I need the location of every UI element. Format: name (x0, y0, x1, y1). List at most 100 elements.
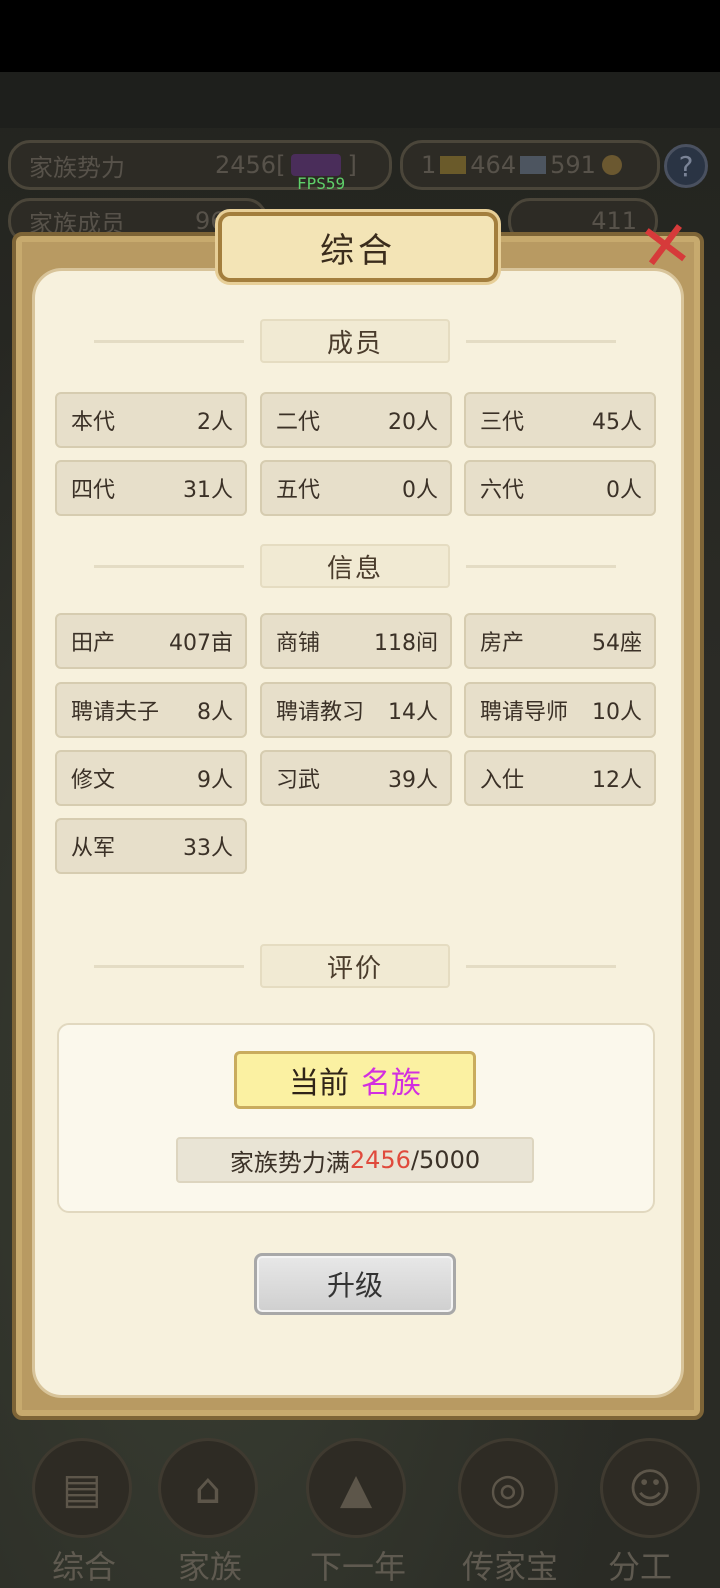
stat-value: 9人 (197, 768, 233, 793)
status-bar (0, 0, 720, 72)
close-button[interactable]: ✕ (628, 206, 704, 288)
stat-label: 本代 (71, 410, 116, 435)
stat-value: 14人 (388, 700, 438, 725)
stat-generation-4: 四代 31人 (55, 460, 247, 516)
stat-value: 407亩 (169, 631, 233, 656)
nav-label: 传家宝 (461, 1548, 558, 1586)
house-icon: ⌂ (158, 1438, 258, 1538)
power-current: 2456 (349, 1146, 411, 1174)
rank-prefix: 当前 (289, 1066, 349, 1101)
nav-label: 分工 (607, 1548, 672, 1586)
info-military: 从军 33人 (55, 818, 247, 874)
divider-line (94, 565, 244, 568)
bracket-right: ] (347, 151, 357, 179)
jade-icon: ◎ (458, 1438, 558, 1538)
stat-label: 入仕 (480, 768, 525, 793)
nav-label: 综合 (51, 1548, 116, 1586)
stat-label: 聘请导师 (480, 700, 569, 725)
currency-2-value: 464 (470, 151, 517, 179)
currency-hud: 1 464 591 (400, 140, 660, 190)
stat-label: 房产 (480, 631, 525, 656)
divider-line (466, 565, 616, 568)
upgrade-button[interactable]: 升级 (254, 1253, 456, 1315)
bracket-left: [ (276, 151, 286, 179)
stat-label: 五代 (276, 478, 321, 503)
stat-label: 聘请夫子 (71, 700, 160, 725)
section-eval-header: 评价 (94, 943, 616, 989)
section-eval-title: 评价 (260, 944, 450, 988)
currency-1-value: 1 (421, 151, 437, 179)
stat-label: 三代 (480, 410, 525, 435)
stat-value: 0人 (402, 478, 438, 503)
divider-line (94, 965, 244, 968)
nav-heirloom[interactable]: ◎ 传家宝 (440, 1430, 560, 1588)
info-shops: 商铺 118间 (260, 613, 452, 669)
stat-value: 39人 (388, 768, 438, 793)
nav-division[interactable]: ☺ 分工 (582, 1430, 702, 1588)
divider-line (94, 340, 244, 343)
power-max: /5000 (410, 1146, 481, 1174)
section-info-title: 信息 (260, 544, 450, 588)
stat-value: 2人 (197, 410, 233, 435)
nav-label: 家族 (177, 1548, 242, 1586)
close-x-icon: ✕ (634, 206, 698, 288)
nav-family[interactable]: ⌂ 家族 (140, 1430, 260, 1588)
stat-generation-3: 三代 45人 (464, 392, 656, 448)
stat-value: 45人 (592, 410, 642, 435)
info-study-literature: 修文 9人 (55, 750, 247, 806)
dimmed-header (0, 72, 720, 128)
rank-value: 名族 (361, 1066, 421, 1101)
people-icon: ☺ (600, 1438, 700, 1538)
stat-generation-6: 六代 0人 (464, 460, 656, 516)
modal-title-plate: 综合 (218, 212, 498, 282)
mountain-icon: ▲ (306, 1438, 406, 1538)
stat-label: 聘请教习 (276, 700, 365, 725)
info-instructors: 聘请教习 14人 (260, 682, 452, 738)
nav-label: 下一年 (309, 1548, 406, 1586)
section-members-title: 成员 (260, 319, 450, 363)
stat-label: 六代 (480, 478, 525, 503)
rank-chip (291, 154, 342, 176)
bottom-nav: ▤ 综合 ⌂ 家族 ▲ 下一年 ◎ 传家宝 ☺ 分工 (0, 1430, 720, 1588)
stat-value: 10人 (592, 700, 642, 725)
stat-value: 54座 (592, 631, 642, 656)
stat-value: 33人 (183, 836, 233, 861)
stat-label: 商铺 (276, 631, 321, 656)
stat-generation-5: 五代 0人 (260, 460, 452, 516)
modal-title: 综合 (320, 230, 396, 271)
nav-overview[interactable]: ▤ 综合 (14, 1430, 134, 1588)
stat-label: 修文 (71, 768, 116, 793)
stat-label: 田产 (71, 631, 116, 656)
nav-next-year[interactable]: ▲ 下一年 (288, 1430, 408, 1588)
info-farmland: 田产 407亩 (55, 613, 247, 669)
stat-value: 8人 (197, 700, 233, 725)
stat-label: 二代 (276, 410, 321, 435)
stat-value: 118间 (374, 631, 438, 656)
divider-line (466, 340, 616, 343)
info-martial-arts: 习武 39人 (260, 750, 452, 806)
power-progress-text: 家族势力满 2456/5000 (176, 1137, 534, 1183)
info-officials: 入仕 12人 (464, 750, 656, 806)
stat-value: 0人 (606, 478, 642, 503)
gold-ingot-icon (440, 156, 467, 174)
stat-label: 四代 (71, 478, 116, 503)
upgrade-label: 升级 (326, 1269, 383, 1302)
silver-ingot-icon (520, 156, 547, 174)
stat-value: 31人 (183, 478, 233, 503)
info-tutors: 聘请夫子 8人 (55, 682, 247, 738)
help-icon[interactable]: ? (664, 144, 708, 188)
stat-value: 12人 (592, 768, 642, 793)
info-houses: 房产 54座 (464, 613, 656, 669)
stat-label: 习武 (276, 768, 321, 793)
family-power-value: 2456 (215, 151, 277, 179)
fps-counter: FPS59 (297, 174, 346, 193)
stat-value: 20人 (388, 410, 438, 435)
rank-badge: 当前 名族 (234, 1051, 476, 1109)
currency-3-value: 591 (550, 151, 596, 179)
stat-generation-2: 二代 20人 (260, 392, 452, 448)
section-members-header: 成员 (94, 318, 616, 364)
scroll-icon: ▤ (32, 1438, 132, 1538)
divider-line (466, 965, 616, 968)
coin-icon (601, 155, 622, 175)
power-text: 家族势力满 (229, 1148, 350, 1177)
